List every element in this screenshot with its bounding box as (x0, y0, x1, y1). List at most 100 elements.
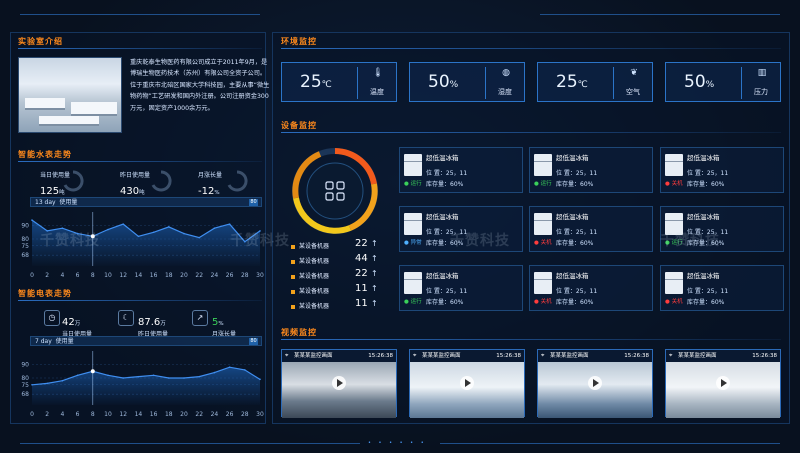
water-chart-badge: 80 (249, 199, 258, 206)
clock-icon: ◷ (44, 310, 60, 326)
device-card[interactable]: ● 运行 超低温冰箱位 置：25，11 库存量：60% (399, 265, 523, 311)
trend-icon: ↗ (192, 310, 208, 326)
water-ring-2 (151, 170, 172, 192)
data-point (137, 235, 140, 238)
cursor-point (90, 369, 95, 374)
device-stock: 库存量：60% (426, 299, 464, 306)
env-title-line (281, 48, 781, 49)
watermark: 千赞科技 (40, 233, 100, 249)
x-tick-label: 22 (195, 272, 203, 279)
x-tick-label: 6 (76, 411, 80, 418)
data-point (244, 369, 246, 371)
device-stock: 库存量：60% (556, 299, 594, 306)
data-point (137, 375, 140, 378)
device-position: 位 置：25，11 (687, 288, 729, 295)
intro-title-line (18, 48, 262, 49)
device-card[interactable]: ● 关机 超低温冰箱位 置：25，11 库存量：60% (529, 265, 653, 311)
droplet-icon: ◍ (502, 68, 510, 78)
y-tick-label: 75 (21, 382, 29, 389)
fridge-icon (534, 154, 552, 176)
device-legend-item: 某设备机器 22 ↑ (291, 268, 378, 280)
x-tick-label: 2 (45, 411, 49, 418)
x-tick-label: 22 (195, 411, 203, 418)
device-card[interactable]: ● 关机 超低温冰箱位 置：25，11 库存量：60% (660, 265, 784, 311)
play-icon[interactable] (460, 376, 474, 390)
power-stat-yesterday: 87.6万 昨日使用量 (138, 317, 169, 338)
device-card[interactable]: ● 运行 超低温冰箱位 置：25，11 库存量：60% (399, 147, 523, 193)
x-tick-label: 18 (165, 272, 173, 279)
intro-text: 重庆乾泰生物医药有限公司成立于2011年9月，是博瑞生物医药技术（苏州）有限公司… (130, 59, 270, 112)
x-tick-label: 28 (241, 272, 249, 279)
device-position: 位 置：25，11 (556, 170, 598, 177)
bottom-bar: • • • • • • (0, 437, 800, 453)
device-status: ● 运行 (534, 181, 552, 187)
device-name: 超低温冰箱 (426, 272, 459, 280)
location-pin-icon: ⌖ (669, 352, 673, 359)
data-point (76, 374, 79, 377)
x-tick-label: 0 (30, 411, 34, 418)
top-bar (0, 0, 800, 30)
env-card-pressure: 50% ▥ 压力 (665, 62, 781, 102)
water-stat-yesterday: 昨日使用量 430吨 (120, 172, 151, 197)
fridge-icon (404, 154, 422, 176)
play-icon[interactable] (716, 376, 730, 390)
device-position: 位 置：25，11 (426, 288, 468, 295)
device-name: 超低温冰箱 (687, 213, 720, 221)
device-card[interactable]: ● 关机 超低温冰箱位 置：25，11 库存量：60% (529, 206, 653, 252)
device-stock: 库存量：60% (426, 181, 464, 188)
device-name: 超低温冰箱 (426, 213, 459, 221)
device-status: ● 关机 (665, 181, 683, 187)
camera-feed-4[interactable]: ⌖ 某某某监控画面 15:26:38 (665, 349, 781, 418)
device-title: 设备监控 (281, 121, 317, 130)
water-ring-1 (63, 170, 84, 192)
data-point (107, 374, 109, 377)
intro-title: 实验室介绍 (18, 37, 63, 46)
y-tick-label: 90 (21, 223, 29, 230)
device-status: ● 关机 (534, 299, 552, 305)
water-chart-header: 13 day 使用量 80 (30, 197, 262, 207)
data-point (213, 371, 216, 374)
device-card[interactable]: ● 关机 超低温冰箱位 置：25，11 库存量：60% (660, 147, 784, 193)
play-icon[interactable] (588, 376, 602, 390)
x-tick-label: 4 (60, 411, 64, 418)
device-legend-item: 某设备机器 22 ↑ (291, 238, 378, 250)
x-tick-label: 24 (211, 272, 219, 279)
x-tick-label: 16 (150, 272, 158, 279)
camera-feed-3[interactable]: ⌖ 某某某监控画面 15:26:38 (537, 349, 653, 418)
env-card-temperature: 25℃ 🌡 温度 (281, 62, 397, 102)
data-point (31, 219, 33, 221)
device-stock: 库存量：60% (687, 299, 725, 306)
fridge-icon (534, 213, 552, 235)
camera-feed-2[interactable]: ⌖ 某某某监控画面 15:26:38 (409, 349, 525, 418)
fridge-icon (534, 272, 552, 294)
water-title-line (18, 161, 262, 162)
play-icon[interactable] (332, 376, 346, 390)
data-point (168, 377, 170, 379)
data-point (122, 223, 124, 225)
x-tick-label: 2 (45, 272, 49, 279)
data-point (228, 366, 231, 368)
x-tick-label: 30 (256, 411, 264, 418)
power-title: 智能电表走势 (18, 289, 72, 298)
x-tick-label: 12 (119, 272, 127, 279)
x-tick-label: 14 (135, 272, 143, 279)
x-tick-label: 26 (226, 272, 234, 279)
data-point (152, 374, 155, 377)
data-point (46, 382, 48, 385)
video-title: 视频监控 (281, 328, 317, 337)
device-legend-item: 某设备机器 44 ↑ (291, 253, 378, 265)
device-legend-item: 某设备机器 11 ↑ (291, 283, 378, 295)
data-point (107, 228, 109, 231)
data-point (61, 227, 64, 229)
device-position: 位 置：25，11 (426, 170, 468, 177)
device-stock: 库存量：60% (556, 240, 594, 247)
data-point (168, 226, 170, 228)
x-tick-label: 10 (104, 272, 112, 279)
camera-feed-1[interactable]: ⌖ 某某某监控画面 15:26:38 (281, 349, 397, 418)
y-tick-label: 80 (21, 375, 29, 382)
device-title-line (281, 132, 781, 133)
device-card[interactable]: ● 运行 超低温冰箱位 置：25，11 库存量：60% (529, 147, 653, 193)
device-status: ● 运行 (404, 181, 422, 187)
video-title-line (281, 339, 781, 340)
data-point (122, 377, 124, 379)
